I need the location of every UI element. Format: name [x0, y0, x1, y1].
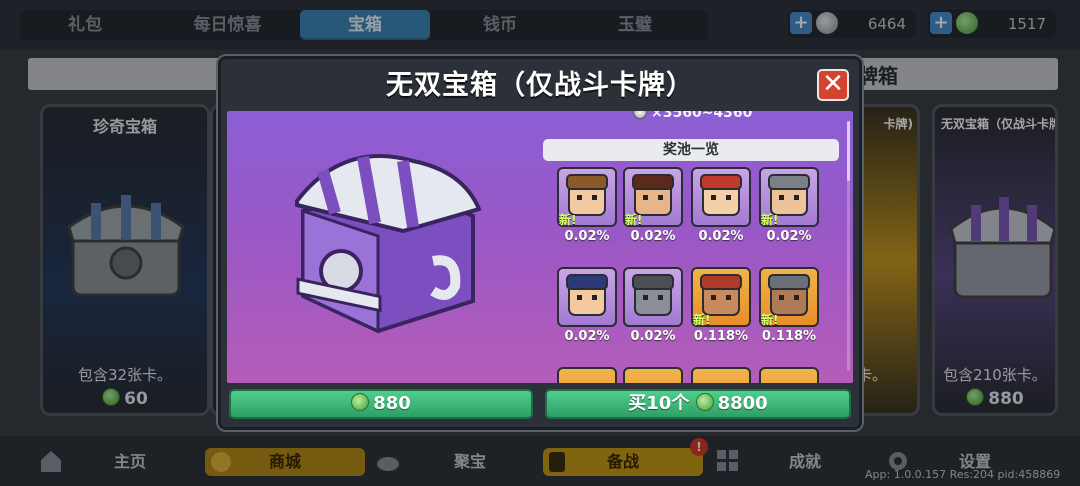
- reward-card[interactable]: 新! 0.02%: [557, 167, 617, 247]
- chest-detail-modal: 无双宝箱（仅战斗卡牌） ✕ ×3560~4360 奖池一览 新! 0.02% 新! 0…: [218, 56, 862, 430]
- drop-rate: 0.118%: [693, 329, 749, 344]
- reward-card[interactable]: 新! 0.118%: [691, 267, 751, 347]
- drop-rate: 0.02%: [766, 229, 812, 244]
- reward-card[interactable]: 0.02%: [691, 167, 751, 247]
- new-tag: 新!: [693, 313, 711, 327]
- drop-rate: 0.02%: [564, 229, 610, 244]
- close-icon: ✕: [822, 69, 844, 99]
- character-icon: [700, 174, 742, 216]
- modal-title: 无双宝箱（仅战斗卡牌）: [386, 70, 694, 101]
- character-icon: [632, 274, 674, 316]
- drop-rate: 0.02%: [564, 329, 610, 344]
- new-tag: 新!: [761, 313, 779, 327]
- reward-card[interactable]: 新! 0.118%: [759, 267, 819, 347]
- reward-card-partial[interactable]: [691, 367, 751, 383]
- card-portrait: [691, 167, 751, 227]
- pool-scroll-thumb[interactable]: [847, 121, 850, 181]
- character-icon: [566, 274, 608, 316]
- drop-rate: 0.02%: [630, 329, 676, 344]
- jade-coin-icon: [351, 393, 370, 411]
- jade-coin-icon: [695, 393, 714, 411]
- card-count-range: ×3560~4360: [633, 111, 752, 121]
- reward-card[interactable]: 新! 0.02%: [759, 167, 819, 247]
- drop-rate: 0.02%: [698, 229, 744, 244]
- drop-rate: 0.118%: [761, 329, 817, 344]
- new-tag: 新!: [625, 213, 643, 227]
- reward-card[interactable]: 新! 0.02%: [623, 167, 683, 247]
- reward-pool-grid: 新! 0.02% 新! 0.02% 0.02% 新! 0.02% 0.02% 0.02% 新! 0.…: [557, 167, 837, 383]
- new-tag: 新!: [761, 213, 779, 227]
- buy-ten-button[interactable]: 买10个 8800: [545, 389, 851, 419]
- reward-card-partial[interactable]: [623, 367, 683, 383]
- close-button[interactable]: ✕: [817, 69, 849, 101]
- reward-card[interactable]: 0.02%: [557, 267, 617, 347]
- drop-rate: 0.02%: [630, 229, 676, 244]
- reward-pool-header: 奖池一览: [543, 139, 839, 161]
- card-portrait: [557, 267, 617, 327]
- reward-card-partial[interactable]: [759, 367, 819, 383]
- reward-card-partial[interactable]: [557, 367, 617, 383]
- new-tag: 新!: [559, 213, 577, 227]
- card-portrait: [623, 267, 683, 327]
- silver-coin-icon: [633, 111, 647, 119]
- matchless-chest-icon: [295, 154, 482, 334]
- modal-content: ×3560~4360 奖池一览 新! 0.02% 新! 0.02% 0.02% 新! 0.0…: [227, 111, 853, 383]
- reward-card[interactable]: 0.02%: [623, 267, 683, 347]
- buy-one-button[interactable]: 880: [229, 389, 533, 419]
